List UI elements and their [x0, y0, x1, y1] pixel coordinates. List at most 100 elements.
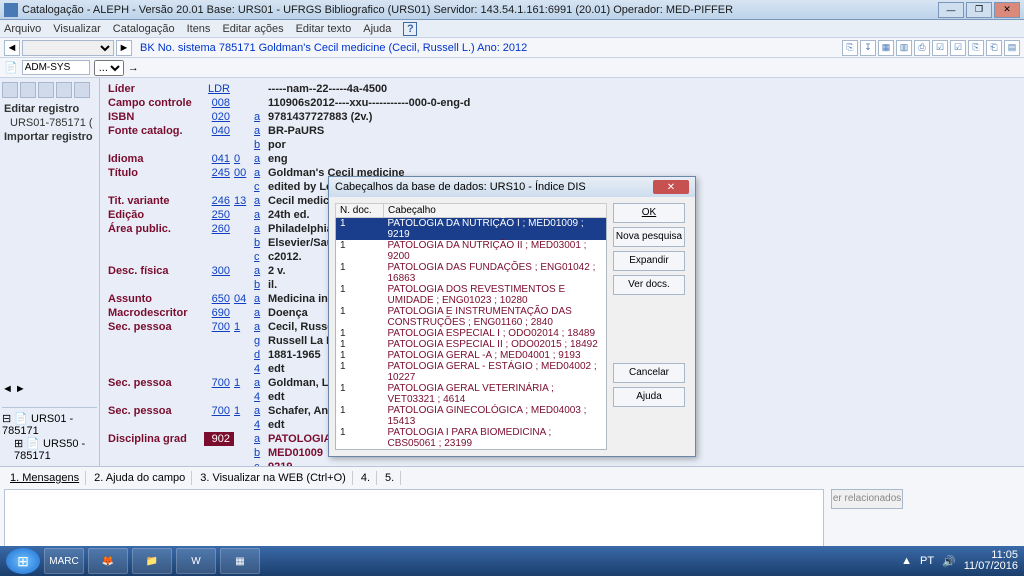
help-icon[interactable]: ? [403, 22, 417, 36]
menu-editar-texto[interactable]: Editar texto [296, 23, 352, 35]
toolbar-icon[interactable]: ▥ [896, 40, 912, 56]
field-value[interactable]: BR-PaURS [268, 124, 324, 138]
toolbar-icon[interactable]: ⎗ [986, 40, 1002, 56]
dialog-close-button[interactable]: ✕ [653, 180, 689, 194]
module-select[interactable] [22, 40, 114, 56]
tree-editar-registro[interactable]: Editar registro [2, 102, 97, 116]
table-row[interactable]: 1PATOLOGIA DA NUTRIÇÃO I ; MED01009 ; 92… [336, 218, 607, 241]
toolbar-icon[interactable]: ▦ [878, 40, 894, 56]
field-tag[interactable]: 260 [204, 222, 234, 236]
field-tag[interactable]: LDR [204, 82, 234, 96]
tab-visualizar-web[interactable]: 3. Visualizar na WEB (Ctrl+O) [194, 471, 353, 485]
nav-next-button[interactable]: ► [116, 40, 132, 56]
record-link[interactable]: BK No. sistema 785171 Goldman's Cecil me… [140, 42, 527, 54]
tree-db-node[interactable]: ⊞ 📄 URS50 - 785171 [2, 437, 97, 462]
menu-arquivo[interactable]: Arquivo [4, 23, 41, 35]
field-tag[interactable]: 902 [204, 432, 234, 446]
go-button[interactable]: → [128, 62, 139, 74]
field-value[interactable]: Philadelphia [268, 222, 333, 236]
nova-pesquisa-button[interactable]: Nova pesquisa [613, 227, 685, 247]
tab-5[interactable]: 5. [379, 471, 401, 485]
field-tag[interactable]: 700 [204, 376, 234, 390]
field-tag[interactable]: 700 [204, 404, 234, 418]
col-ndoc[interactable]: N. doc. [336, 204, 384, 218]
field-tag[interactable]: 690 [204, 306, 234, 320]
field-tag[interactable]: 250 [204, 208, 234, 222]
field-tag[interactable]: 041 [204, 152, 234, 166]
table-row[interactable]: 1PATOLOGIA GERAL VETERINÁRIA ; VET03321 … [336, 383, 607, 405]
field-value[interactable]: por [268, 138, 286, 152]
taskbar-item[interactable]: ▦ [220, 548, 260, 574]
tray-clock[interactable]: 11:0511/07/2016 [964, 550, 1018, 572]
sidebar-icon[interactable] [2, 82, 18, 98]
menu-catalogacao[interactable]: Catalogação [113, 23, 175, 35]
field-value[interactable]: edt [268, 390, 285, 404]
mode-icon[interactable]: 📄 [4, 61, 18, 74]
toolbar-icon[interactable]: ⎘ [968, 40, 984, 56]
table-row[interactable]: 1PATOLOGIA GERAL - ESTÁGIO ; MED04002 ; … [336, 361, 607, 383]
tab-4[interactable]: 4. [355, 471, 377, 485]
ver-docs-button[interactable]: Ver docs. [613, 275, 685, 295]
tray-lang[interactable]: PT [920, 555, 934, 567]
close-button[interactable]: ✕ [994, 2, 1020, 18]
minimize-button[interactable]: — [938, 2, 964, 18]
col-cabecalho[interactable]: Cabeçalho [384, 204, 607, 218]
field-value[interactable]: 24th ed. [268, 208, 310, 222]
taskbar[interactable]: ⊞ MARC 🦊 📁 W ▦ ▲ PT 🔊 11:0511/07/2016 [0, 546, 1024, 576]
field-value[interactable]: 9219 [268, 460, 292, 466]
relacionados-button[interactable]: er relacionados [831, 489, 903, 509]
sidebar-icon[interactable] [38, 82, 54, 98]
taskbar-item[interactable]: W [176, 548, 216, 574]
tree-record-node[interactable]: URS01-785171 ( [2, 116, 97, 130]
field-tag[interactable]: 650 [204, 292, 234, 306]
table-row[interactable]: 1PATOLOGIA GERAL -A ; MED04001 ; 9193 [336, 350, 607, 361]
taskbar-item[interactable]: 📁 [132, 548, 172, 574]
field-tag[interactable]: 300 [204, 264, 234, 278]
toolbar-icon[interactable]: ⎘ [842, 40, 858, 56]
table-row[interactable]: 1PATOLOGIA DA NUTRIÇÃO II ; MED03001 ; 9… [336, 240, 607, 262]
field-value[interactable]: il. [268, 278, 277, 292]
toolbar-icon[interactable]: ☑ [950, 40, 966, 56]
tray-icon[interactable]: ▲ [901, 555, 912, 567]
menu-visualizar[interactable]: Visualizar [53, 23, 101, 35]
tab-ajuda-campo[interactable]: 2. Ajuda do campo [88, 471, 192, 485]
toolbar-icon[interactable]: ⎙ [914, 40, 930, 56]
field-value[interactable]: 1881-1965 [268, 348, 321, 362]
field-value[interactable]: Schafer, And [268, 404, 335, 418]
table-row[interactable]: 1PATOLOGIA GINECOLÓGICA ; MED04003 ; 154… [336, 405, 607, 427]
adm-sys-input[interactable] [22, 60, 90, 75]
cancelar-button[interactable]: Cancelar [613, 363, 685, 383]
field-value[interactable]: edt [268, 362, 285, 376]
menu-ajuda[interactable]: Ajuda [363, 23, 391, 35]
field-value[interactable]: -----nam--22-----4a-4500 [268, 82, 387, 96]
table-row[interactable]: 1PATOLOGIA ESPECIAL I ; ODO02014 ; 18489 [336, 328, 607, 339]
tab-mensagens[interactable]: 1. Mensagens [4, 471, 86, 485]
expandir-button[interactable]: Expandir [613, 251, 685, 271]
tree-importar-registro[interactable]: Importar registro [2, 130, 97, 144]
table-row[interactable]: 1PATOLOGIA DAS FUNDAÇÕES ; ENG01042 ; 16… [336, 262, 607, 284]
taskbar-item[interactable]: MARC [44, 548, 84, 574]
table-row[interactable]: 1PATOLOGIA E INSTRUMENTAÇÃO DAS CONSTRUÇ… [336, 306, 607, 328]
field-tag[interactable]: 245 [204, 166, 234, 180]
tree-scroll-left[interactable]: ◄ [2, 383, 13, 395]
search-base-select[interactable]: ... [94, 60, 124, 76]
field-tag[interactable]: 020 [204, 110, 234, 124]
field-tag[interactable]: 008 [204, 96, 234, 110]
start-button[interactable]: ⊞ [6, 548, 40, 574]
table-row[interactable]: 1PATOLOGIA I PARA BIOMEDICINA ; CBS05061… [336, 427, 607, 450]
taskbar-item[interactable]: 🦊 [88, 548, 128, 574]
field-value[interactable]: c2012. [268, 250, 302, 264]
maximize-button[interactable]: ❐ [966, 2, 992, 18]
sidebar-icon[interactable] [20, 82, 36, 98]
menu-editar-acoes[interactable]: Editar ações [222, 23, 283, 35]
field-value[interactable]: 2 v. [268, 264, 286, 278]
field-value[interactable]: Elsevier/Sau [268, 236, 333, 250]
table-row[interactable]: 1PATOLOGIA DOS REVESTIMENTOS E UMIDADE ;… [336, 284, 607, 306]
field-value[interactable]: 110906s2012----xxu-----------000-0-eng-d [268, 96, 470, 110]
sidebar-icon[interactable] [74, 82, 90, 98]
field-value[interactable]: 9781437727883 (2v.) [268, 110, 372, 124]
field-tag[interactable]: 700 [204, 320, 234, 334]
ajuda-button[interactable]: Ajuda [613, 387, 685, 407]
table-row[interactable]: 1PATOLOGIA ESPECIAL II ; ODO02015 ; 1849… [336, 339, 607, 350]
tree-db-node[interactable]: ⊟ 📄 URS01 - 785171 [2, 412, 97, 437]
